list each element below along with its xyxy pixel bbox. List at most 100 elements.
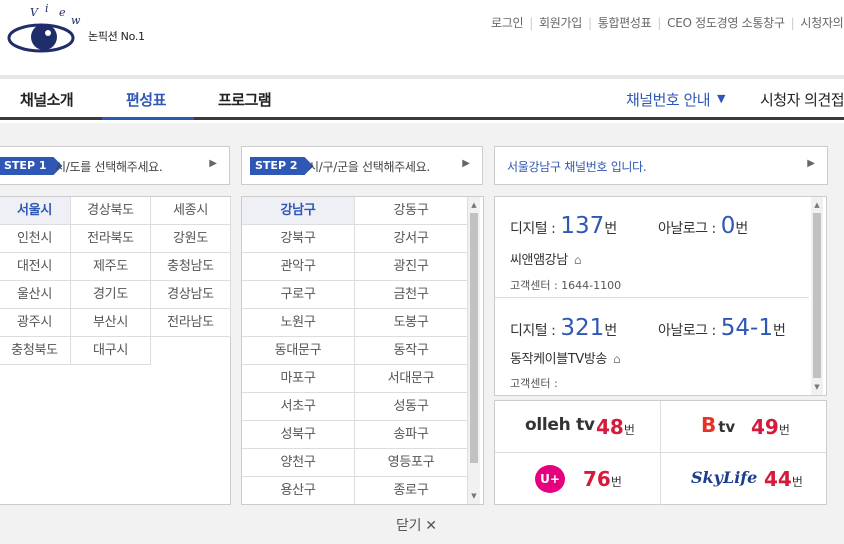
district-item[interactable]: 도봉구 bbox=[355, 309, 468, 337]
district-item[interactable]: 노원구 bbox=[242, 309, 355, 337]
nav-schedule[interactable]: 편성표 bbox=[126, 89, 166, 110]
district-item[interactable]: 양천구 bbox=[242, 449, 355, 477]
region-item[interactable]: 울산시 bbox=[0, 281, 71, 309]
district-scrollbar[interactable]: ▲ ▼ bbox=[468, 197, 480, 504]
logo[interactable]: V i e w 논픽션 No.1 bbox=[0, 0, 160, 66]
district-item[interactable]: 송파구 bbox=[355, 421, 468, 449]
district-item[interactable]: 동작구 bbox=[355, 337, 468, 365]
ceo-link[interactable]: CEO 정도경영 소통창구 bbox=[667, 16, 785, 30]
viewer-link[interactable]: 시청자의 bbox=[800, 16, 843, 30]
home-icon[interactable]: ⌂ bbox=[574, 253, 582, 267]
district-item[interactable]: 영등포구 bbox=[355, 449, 468, 477]
analog-number: 54-1 bbox=[720, 315, 773, 341]
logo-tagline: 논픽션 No.1 bbox=[88, 30, 145, 43]
digital-number: 321 bbox=[560, 315, 605, 341]
district-item[interactable]: 관악구 bbox=[242, 253, 355, 281]
nav-active-underline bbox=[102, 117, 194, 120]
region-list: 서울시 경상북도 세종시인천시 전라북도 강원도대전시 제주도 충청남도울산시 경기도 경상남도… bbox=[0, 196, 231, 505]
region-item[interactable]: 서울시 bbox=[0, 197, 71, 225]
region-item[interactable]: 인천시 bbox=[0, 225, 71, 253]
olleh-tv-logo-icon: olleh tv bbox=[525, 415, 595, 435]
region-item[interactable]: 경기도 bbox=[71, 281, 151, 309]
logo-letter: V bbox=[30, 6, 38, 19]
step1-text: 시/도를 선택해주세요. bbox=[55, 160, 163, 174]
nav-program[interactable]: 프로그램 bbox=[218, 89, 272, 110]
district-item[interactable]: 구로구 bbox=[242, 281, 355, 309]
iptv-btv[interactable]: Btv 49번 bbox=[661, 401, 827, 453]
unit: 번 bbox=[604, 221, 618, 237]
district-item[interactable]: 강서구 bbox=[355, 225, 468, 253]
scroll-up-icon[interactable]: ▲ bbox=[468, 199, 480, 211]
channel-entry: 디지털 : 321번 아날로그 : 54-1번 동작케이블TV방송 ⌂ 고객센터 … bbox=[510, 315, 796, 395]
district-item[interactable]: 마포구 bbox=[242, 365, 355, 393]
district-item[interactable]: 서대문구 bbox=[355, 365, 468, 393]
step2-text: 시/구/군을 선택해주세요. bbox=[308, 160, 430, 174]
skylife-logo-icon: SkyLife bbox=[691, 468, 758, 487]
region-item[interactable]: 경상남도 bbox=[151, 281, 231, 309]
analog-number: 0 bbox=[720, 213, 736, 239]
scroll-down-icon[interactable]: ▼ bbox=[468, 490, 480, 502]
region-item[interactable]: 광주시 bbox=[0, 309, 71, 337]
region-item[interactable]: 세종시 bbox=[151, 197, 231, 225]
arrow-right-icon: ▶ bbox=[209, 158, 217, 169]
logo-letter: w bbox=[71, 14, 81, 27]
district-item[interactable]: 광진구 bbox=[355, 253, 468, 281]
step3-header[interactable]: 서울강남구 채널번호 입니다. ▶ bbox=[494, 146, 828, 185]
district-item[interactable]: 서초구 bbox=[242, 393, 355, 421]
provider-name: 동작케이블TV방송 bbox=[510, 352, 607, 367]
region-item[interactable]: 강원도 bbox=[151, 225, 231, 253]
district-list: 종로구 용산구 영등포구 양천구 송파구 성북구 성동구 서초구 서대문구 마포구 동작구 동대문구 도… bbox=[241, 196, 484, 505]
district-item[interactable]: 성북구 bbox=[242, 421, 355, 449]
region-item[interactable]: 충청북도 bbox=[0, 337, 71, 365]
uplus-logo-icon: U+ bbox=[535, 465, 565, 493]
scroll-thumb[interactable] bbox=[470, 213, 478, 463]
home-icon[interactable]: ⌂ bbox=[613, 352, 621, 366]
district-item[interactable]: 강남구 bbox=[242, 197, 355, 225]
district-item[interactable]: 성동구 bbox=[355, 393, 468, 421]
district-item[interactable]: 금천구 bbox=[355, 281, 468, 309]
iptv-olleh[interactable]: olleh tv 48번 bbox=[495, 401, 661, 453]
iptv-uplus[interactable]: U+ 76번 bbox=[495, 453, 661, 505]
analog-label: 아날로그 : bbox=[658, 221, 716, 237]
nav-channel-intro[interactable]: 채널소개 bbox=[20, 89, 74, 110]
login-link[interactable]: 로그인 bbox=[491, 16, 524, 30]
scroll-up-icon[interactable]: ▲ bbox=[811, 199, 823, 211]
region-item[interactable]: 전라북도 bbox=[71, 225, 151, 253]
region-item[interactable]: 부산시 bbox=[71, 309, 151, 337]
step2-header[interactable]: STEP 2 시/구/군을 선택해주세요. ▶ bbox=[241, 146, 483, 185]
arrow-right-icon: ▶ bbox=[807, 158, 815, 169]
logo-letter: i bbox=[45, 2, 49, 15]
iptv-skylife[interactable]: SkyLife 44번 bbox=[661, 453, 827, 505]
btv-logo-icon: Btv bbox=[701, 413, 736, 437]
analog-label: 아날로그 : bbox=[658, 323, 716, 339]
step1-header[interactable]: STEP 1 시/도를 선택해주세요. ▶ bbox=[0, 146, 230, 185]
caret-down-icon[interactable]: ▼ bbox=[717, 92, 725, 105]
region-item[interactable]: 대구시 bbox=[71, 337, 151, 365]
nav-viewer-opinion[interactable]: 시청자 의견접 bbox=[760, 89, 844, 110]
signup-link[interactable]: 회원가입 bbox=[539, 16, 582, 30]
scroll-thumb[interactable] bbox=[813, 213, 821, 378]
digital-label: 디지털 : bbox=[510, 221, 556, 237]
region-item[interactable]: 전라남도 bbox=[151, 309, 231, 337]
channel-entry: 디지털 : 137번 아날로그 : 0번 씨앤앰강남 ⌂ 고객센터 : 1644-… bbox=[510, 213, 796, 297]
close-button[interactable]: 닫기 ✕ bbox=[396, 515, 437, 535]
channel-scrollbar[interactable]: ▲ ▼ bbox=[811, 197, 823, 395]
unit: 번 bbox=[735, 221, 749, 237]
region-item[interactable]: 경상북도 bbox=[71, 197, 151, 225]
scroll-down-icon[interactable]: ▼ bbox=[811, 381, 823, 393]
channel-guide-dropdown[interactable]: 채널번호 안내 bbox=[626, 89, 711, 110]
district-item[interactable]: 용산구 bbox=[242, 477, 355, 504]
district-item[interactable]: 동대문구 bbox=[242, 337, 355, 365]
iptv-number: 48번 bbox=[596, 415, 635, 439]
digital-number: 137 bbox=[560, 213, 605, 239]
digital-label: 디지털 : bbox=[510, 323, 556, 339]
region-item[interactable]: 제주도 bbox=[71, 253, 151, 281]
customer-center: 고객센터 : 1644-1100 bbox=[510, 279, 622, 292]
region-item[interactable]: 충청남도 bbox=[151, 253, 231, 281]
schedule-link[interactable]: 통합편성표 bbox=[598, 16, 652, 30]
region-item[interactable]: 대전시 bbox=[0, 253, 71, 281]
district-item[interactable]: 강북구 bbox=[242, 225, 355, 253]
district-item[interactable]: 종로구 bbox=[355, 477, 468, 504]
iptv-number: 49번 bbox=[751, 415, 790, 439]
district-item[interactable]: 강동구 bbox=[355, 197, 468, 225]
